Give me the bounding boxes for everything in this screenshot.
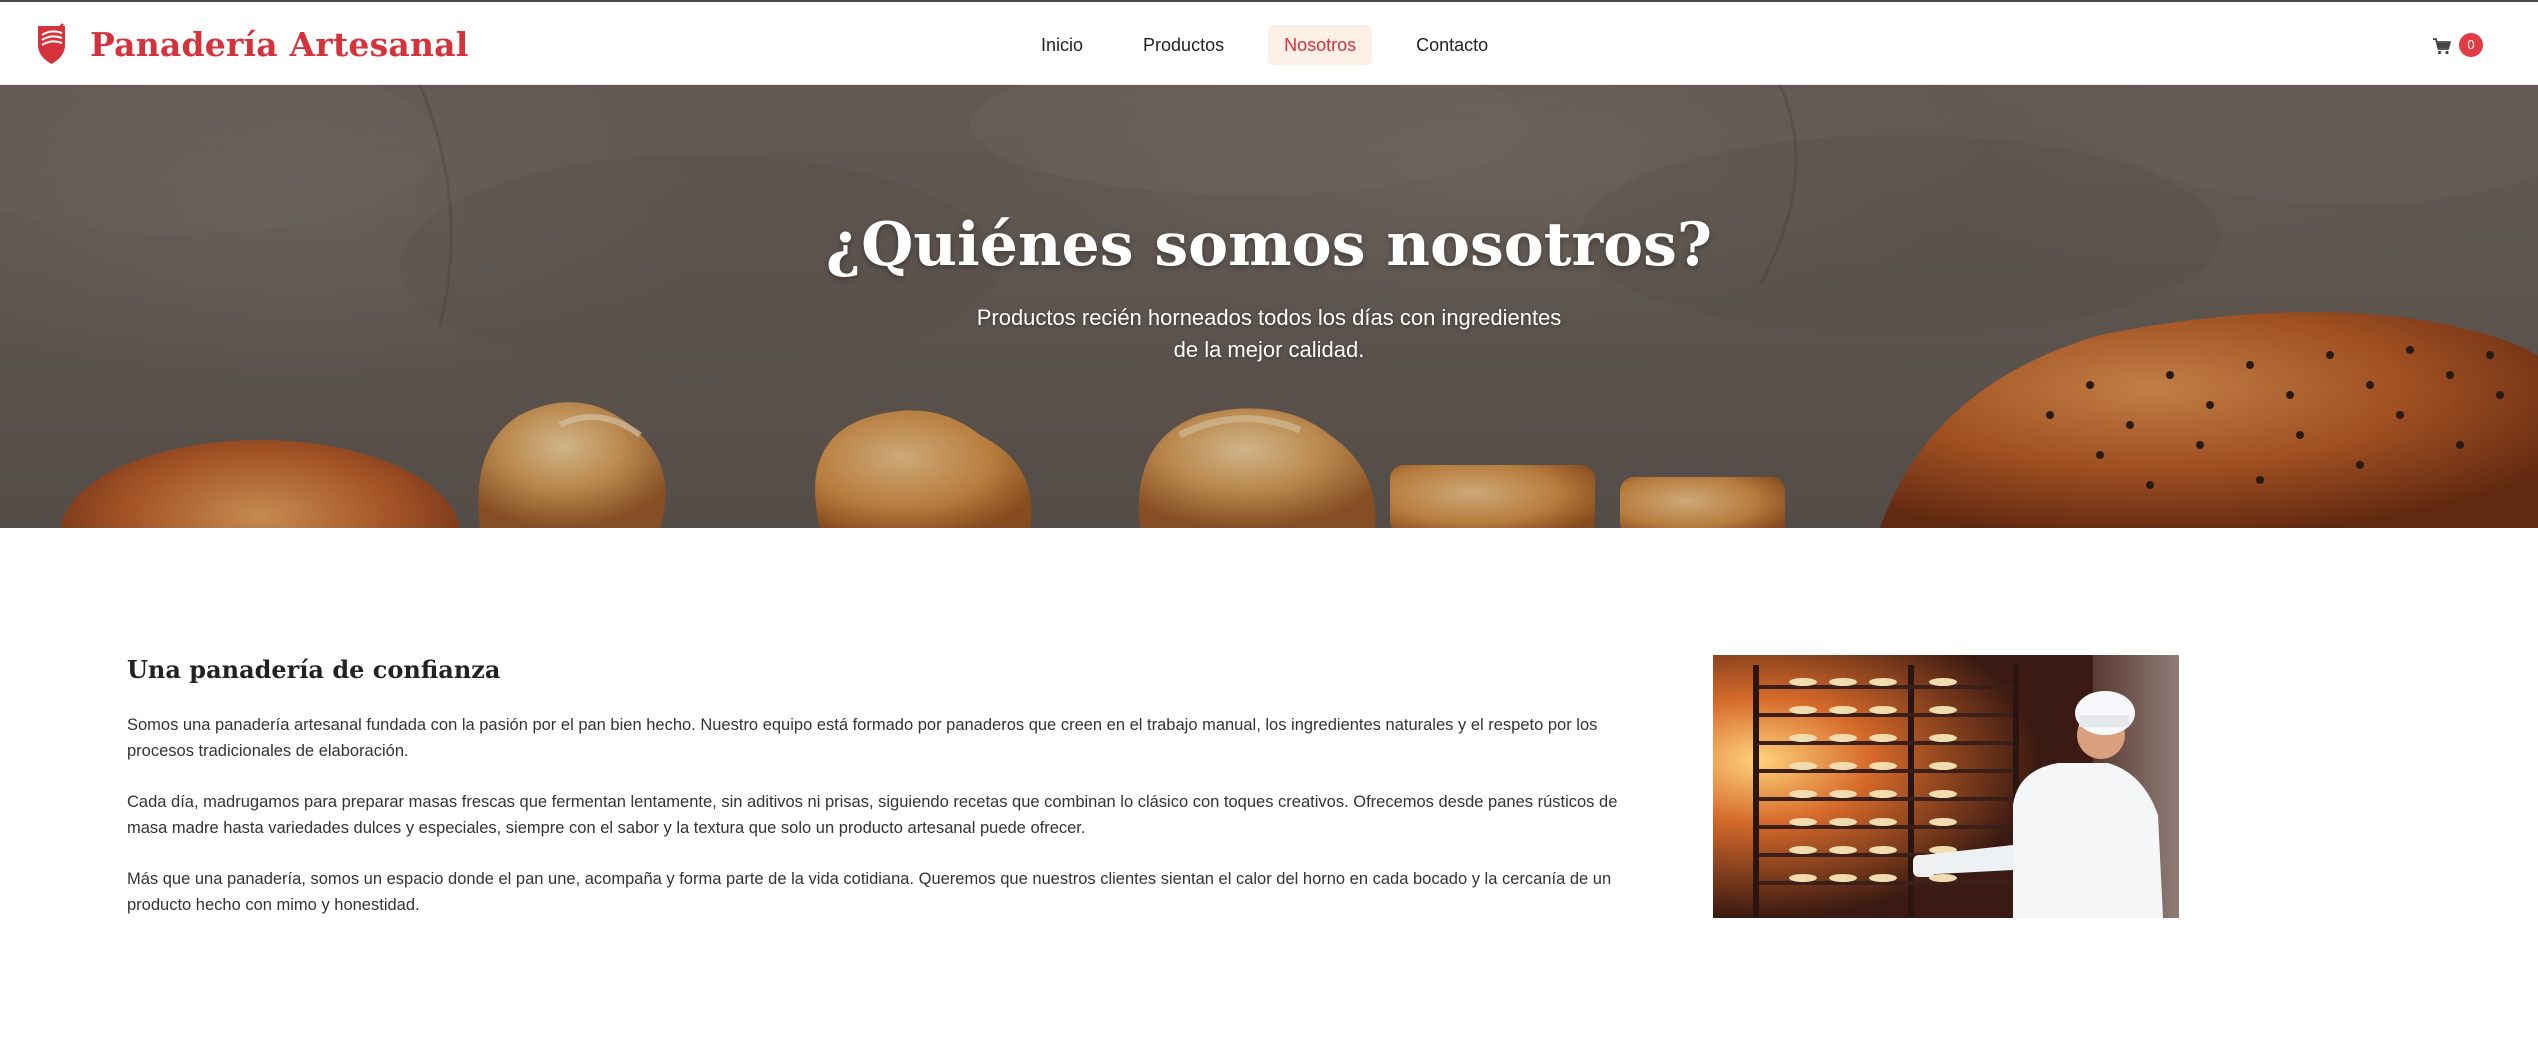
site-header: Panadería Artesanal Inicio Productos Nos… — [0, 0, 2538, 85]
baker-oven-illustration — [1713, 655, 2179, 918]
hero-subtitle: Productos recién horneados todos los día… — [976, 305, 1562, 362]
hero-banner: ¿Quiénes somos nosotros? Productos recié… — [0, 85, 2538, 528]
about-paragraph-2: Cada día, madrugamos para preparar masas… — [127, 793, 1618, 837]
baker-oven-photo — [1713, 655, 2179, 918]
about-heading: Una panadería de confianza — [127, 655, 501, 684]
main-nav: Inicio Productos Nosotros Contacto — [1025, 25, 1504, 65]
nav-item-productos[interactable]: Productos — [1127, 25, 1240, 65]
nav-item-contacto[interactable]: Contacto — [1400, 25, 1504, 65]
about-section: Una panadería de confianza Somos una pan… — [127, 650, 1637, 943]
hero-title: ¿Quiénes somos nosotros? — [825, 210, 1713, 280]
cart-count-badge: 0 — [2459, 33, 2483, 57]
nav-item-inicio[interactable]: Inicio — [1025, 25, 1099, 65]
nav-item-nosotros[interactable]: Nosotros — [1268, 25, 1373, 65]
brand-name: Panadería Artesanal — [90, 24, 469, 64]
about-paragraph-3: Más que una panadería, somos un espacio … — [127, 870, 1612, 914]
about-paragraph-1: Somos una panadería artesanal fundada co… — [127, 716, 1598, 760]
cart-button[interactable]: 0 — [2432, 31, 2483, 59]
brand-link[interactable]: Panadería Artesanal — [35, 20, 468, 68]
bread-shield-logo-icon — [38, 23, 65, 64]
cart-icon — [2433, 38, 2451, 55]
